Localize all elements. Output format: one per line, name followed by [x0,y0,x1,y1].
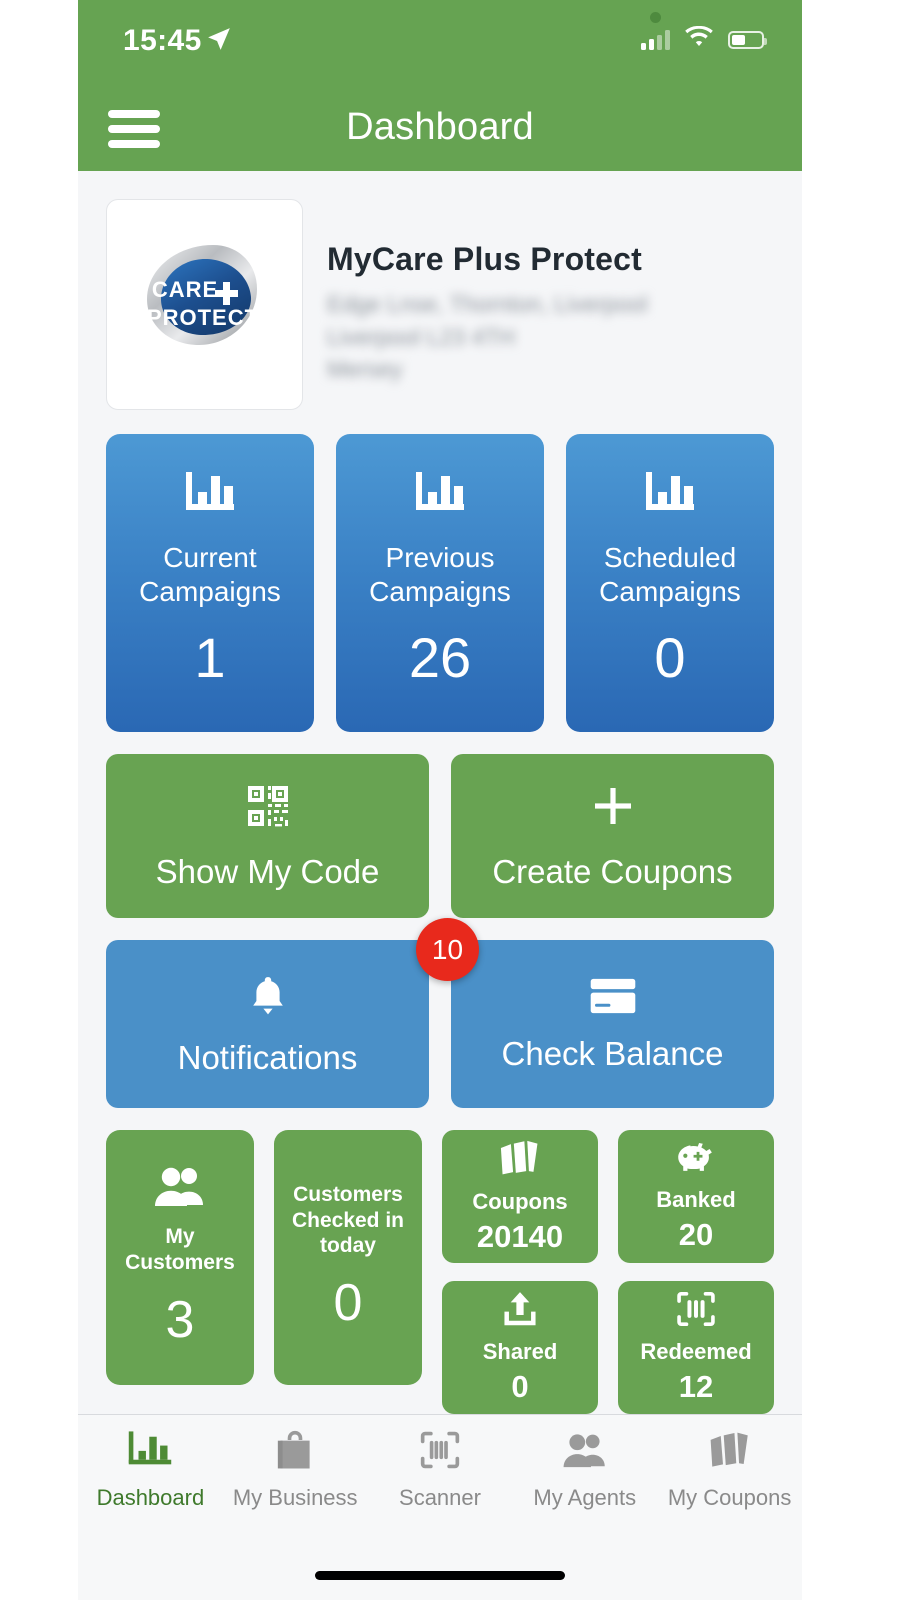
nav-bar: Dashboard [78,86,802,171]
page-title: Dashboard [346,106,534,148]
plus-icon [589,782,637,835]
tile-label-line1: Customers [293,1183,403,1207]
tile-customers-checked-in[interactable]: Customers Checked in today 0 [274,1130,422,1385]
upload-icon [499,1290,541,1333]
address-line-2: Liverpool L23 4TH [327,323,515,350]
cellular-signal-icon [641,29,670,50]
people-icon [152,1165,208,1212]
business-info: MyCare Plus Protect Edge Lnse, Thornton,… [327,199,648,386]
location-arrow-icon [206,26,232,57]
tab-my-business[interactable]: My Business [223,1429,368,1535]
qr-code-icon [244,782,292,835]
business-address: Edge Lnse, Thornton, Liverpool Liverpool… [327,288,648,386]
care-protect-logo-icon: CARE PROTECT [146,244,258,345]
card-label-line1: Current [163,542,257,573]
tile-label-line3: today [319,1234,376,1258]
tickets-icon [706,1429,754,1476]
status-time: 15:45 [123,24,202,57]
show-my-code-button[interactable]: Show My Code [106,754,429,918]
card-label-line1: Scheduled [603,542,737,573]
card-current-campaigns[interactable]: Current Campaigns 1 [106,434,314,732]
tile-value: 20 [678,1217,714,1252]
tile-label: Redeemed [640,1339,752,1364]
battery-icon [728,30,767,49]
bar-chart-icon [644,470,696,521]
campaign-cards: Current Campaigns 1 Previous Campaigns 2… [106,434,774,732]
bottom-tab-bar: Dashboard My Business Scanner My Agents … [78,1414,802,1600]
barcode-scan-icon [417,1429,463,1476]
status-indicators [641,25,767,53]
action-buttons: Show My Code Create Coupons [106,754,774,918]
address-line-3: Mersey [327,356,403,383]
check-balance-label: Check Balance [501,1034,724,1072]
small-stats-grid: Coupons 20140 Banked 20 Shared 0 Redeeme… [442,1130,774,1414]
barcode-scan-icon [675,1290,717,1333]
status-bar: 15:45 [78,0,802,86]
tile-value: 12 [678,1369,714,1404]
tile-label: Shared [482,1339,558,1364]
tab-my-agents[interactable]: My Agents [512,1429,657,1535]
check-balance-button[interactable]: Check Balance [451,940,774,1108]
tab-label: My Business [232,1485,358,1510]
shopping-bag-icon [272,1429,318,1476]
tile-label: Coupons [472,1189,568,1214]
business-logo: CARE PROTECT [106,199,303,410]
business-name: MyCare Plus Protect [327,241,643,277]
camera-indicator-dot [650,12,661,23]
notifications-label: Notifications [177,1038,358,1076]
card-scheduled-campaigns[interactable]: Scheduled Campaigns 0 [566,434,774,732]
notifications-button[interactable]: Notifications [106,940,429,1108]
tab-label: My Agents [533,1485,637,1510]
phone-screen: 15:45 Dashboard CARE PROTECT MyCare Plus… [78,0,802,1600]
tile-label-line2: Checked in [291,1208,405,1232]
create-coupons-label: Create Coupons [492,852,733,890]
show-my-code-label: Show My Code [155,852,380,890]
tile-label: Banked [656,1187,736,1212]
tab-my-coupons[interactable]: My Coupons [657,1429,802,1535]
tab-label: Dashboard [96,1485,205,1510]
card-value: 26 [408,626,472,690]
tile-value: 0 [511,1369,529,1404]
tab-scanner[interactable]: Scanner [368,1429,513,1535]
tile-label: My Customers [125,1225,235,1274]
people-icon [561,1429,609,1476]
home-indicator [315,1571,565,1580]
bar-chart-icon [184,470,236,521]
tile-redeemed[interactable]: Redeemed 12 [618,1281,774,1414]
tile-value: 0 [333,1273,363,1332]
card-value: 1 [194,626,226,690]
create-coupons-button[interactable]: Create Coupons [451,754,774,918]
card-label-line2: Campaigns [599,576,741,608]
tickets-icon [496,1138,544,1183]
tile-banked[interactable]: Banked 20 [618,1130,774,1263]
bar-chart-icon [127,1429,173,1476]
wifi-icon [684,25,714,53]
svg-text:CARE: CARE [151,277,217,302]
address-line-1: Edge Lnse, Thornton, Liverpool [327,291,648,317]
svg-text:PROTECT: PROTECT [146,305,258,330]
card-value: 0 [654,626,686,690]
bar-chart-icon [414,470,466,521]
card-label-line2: Campaigns [139,576,281,608]
card-previous-campaigns[interactable]: Previous Campaigns 26 [336,434,544,732]
tab-label: My Coupons [667,1485,792,1510]
notification-badge: 10 [416,918,479,981]
tile-my-customers[interactable]: My Customers 3 [106,1130,254,1385]
credit-card-icon [589,976,637,1021]
tile-value: 20140 [476,1219,564,1254]
tab-dashboard[interactable]: Dashboard [78,1429,223,1535]
notifications-row: 10 Notifications Check Balance [106,918,774,1108]
bell-icon [244,972,292,1025]
stats-grid: My Customers 3 Customers Checked in toda… [106,1130,774,1414]
business-header: CARE PROTECT MyCare Plus Protect Edge Ln… [106,171,774,420]
tile-coupons[interactable]: Coupons 20140 [442,1130,598,1263]
tile-shared[interactable]: Shared 0 [442,1281,598,1414]
tab-label: Scanner [399,1485,481,1510]
card-label-line1: Previous [385,542,495,573]
card-label-line2: Campaigns [369,576,511,608]
piggy-bank-icon [675,1140,717,1181]
tile-value: 3 [165,1290,195,1349]
